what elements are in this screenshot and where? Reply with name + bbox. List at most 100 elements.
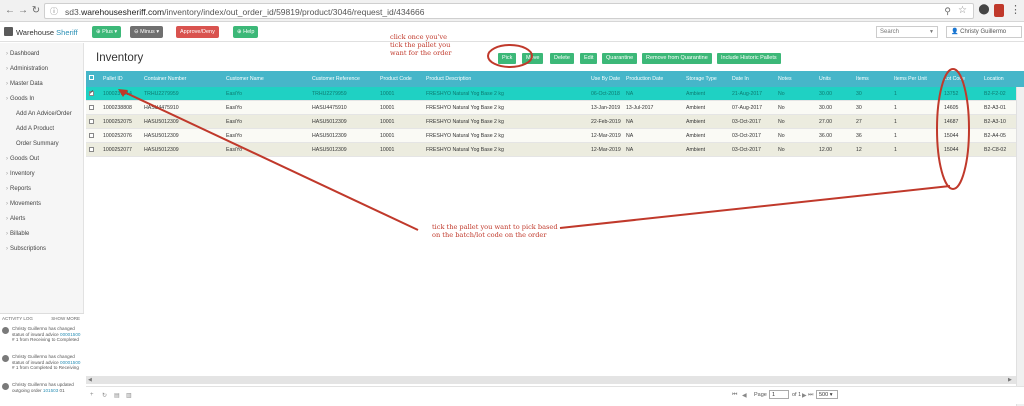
col-items[interactable]: Items xyxy=(856,71,869,87)
cell-notes: No xyxy=(778,105,785,111)
col-production-date[interactable]: Production Date xyxy=(626,71,663,87)
approve-deny-button[interactable]: Approve/Deny xyxy=(176,26,219,38)
col-items-per-unit[interactable]: Items Per Unit xyxy=(894,71,927,87)
remove-quarantine-button[interactable]: Remove from Quarantine xyxy=(642,53,712,64)
col-customer-reference[interactable]: Customer Reference xyxy=(312,71,360,87)
bookmark-star-icon[interactable]: ☆ xyxy=(958,5,967,16)
sidebar-item-movements[interactable]: › Movements xyxy=(6,201,41,207)
col-location[interactable]: Location xyxy=(984,71,1004,87)
export-icon[interactable]: ▤ xyxy=(114,392,120,399)
col-notes[interactable]: Notes xyxy=(778,71,792,87)
cell-pallet-id: 1000252077 xyxy=(103,147,132,153)
sidebar-item-inventory[interactable]: › Inventory xyxy=(6,171,35,177)
app-logo[interactable]: Warehouse Sheriff xyxy=(4,27,78,37)
help-button[interactable]: ⊕ Help xyxy=(233,26,259,38)
activity-link[interactable]: 00001500 xyxy=(60,332,80,337)
quarantine-button[interactable]: Quarantine xyxy=(602,53,638,64)
global-search-select[interactable]: Search ▼ xyxy=(876,26,938,38)
cell-customer-reference: HASU5012309 xyxy=(312,147,347,153)
activity-link[interactable]: 00001500 xyxy=(60,360,80,365)
col-customer-name[interactable]: Customer Name xyxy=(226,71,264,87)
back-arrow-icon[interactable]: ← xyxy=(4,5,16,17)
row-checkbox[interactable] xyxy=(89,119,94,124)
page-size-select[interactable]: 500 ▾ xyxy=(816,390,838,399)
cell-production-date: NA xyxy=(626,147,634,153)
address-bar[interactable]: ⓘ sd3.warehousesheriff.com/inventory/ind… xyxy=(44,3,974,19)
col-lot-code[interactable]: Lot Code xyxy=(944,71,965,87)
table-header: Pallet ID Container Number Customer Name… xyxy=(86,71,1024,87)
cell-date-in: 07-Aug-2017 xyxy=(732,105,762,111)
next-page-icon[interactable]: ▶ xyxy=(802,392,807,399)
cell-storage-type: Ambient xyxy=(686,147,706,153)
reload-icon[interactable]: ↻ xyxy=(30,5,42,17)
col-product-code[interactable]: Product Code xyxy=(380,71,412,87)
horizontal-scrollbar[interactable]: ◀ ▶ xyxy=(86,376,1016,384)
sidebar-item-add-advice-order[interactable]: Add An Advice/Order xyxy=(16,111,72,117)
user-menu[interactable]: 👤 Christy Guillermo xyxy=(946,26,1022,38)
cell-customer-name: EasiYo xyxy=(226,91,242,97)
columns-icon[interactable]: ▥ xyxy=(126,392,132,399)
forward-arrow-icon[interactable]: → xyxy=(17,5,29,17)
sidebar-item-goods-in[interactable]: › Goods In xyxy=(6,96,34,102)
select-all-cell[interactable] xyxy=(86,71,96,87)
pick-button[interactable]: Pick xyxy=(498,53,517,64)
sidebar-item-add-product[interactable]: Add A Product xyxy=(16,126,54,132)
col-storage-type[interactable]: Storage Type xyxy=(686,71,717,87)
sidebar-item-reports[interactable]: › Reports xyxy=(6,186,31,192)
add-icon[interactable]: + xyxy=(90,392,94,398)
cell-pallet-id: 1000237814 xyxy=(103,91,132,97)
select-all-checkbox[interactable] xyxy=(89,75,94,80)
plus-menu-button[interactable]: ⊕ Plus ▾ xyxy=(92,26,122,38)
vertical-scrollbar[interactable] xyxy=(1016,87,1024,406)
zoom-icon[interactable]: ⚲ xyxy=(944,6,951,17)
table-row[interactable]: 1000252076 HASU5012309 EasiYo HASU501230… xyxy=(86,129,1024,143)
cell-customer-reference: HASU4475910 xyxy=(312,105,347,111)
sidebar-item-dashboard[interactable]: › Dashboard xyxy=(6,51,39,57)
scroll-right-icon[interactable]: ▶ xyxy=(1008,376,1012,384)
last-page-icon[interactable]: ⏭ xyxy=(808,392,813,399)
table-row[interactable]: 1000238808 HASU4475910 EasiYo HASU447591… xyxy=(86,101,1024,115)
activity-entry: Christy Guillermo has changed status of … xyxy=(2,354,82,371)
sidebar-item-billable[interactable]: › Billable xyxy=(6,231,29,237)
activity-log-header: ACTIVITY LOG SHOW MORE xyxy=(2,316,80,321)
sidebar-item-subscriptions[interactable]: › Subscriptions xyxy=(6,246,46,252)
sidebar-item-goods-out[interactable]: › Goods Out xyxy=(6,156,39,162)
row-checkbox[interactable] xyxy=(89,89,94,96)
delete-button[interactable]: Delete xyxy=(550,53,574,64)
sidebar-item-master-data[interactable]: › Master Data xyxy=(6,81,43,87)
row-checkbox[interactable] xyxy=(89,133,94,138)
minus-menu-button[interactable]: ⊖ Minus ▾ xyxy=(130,26,164,38)
page-number-input[interactable]: 1 xyxy=(769,390,789,399)
row-checkbox[interactable] xyxy=(89,147,94,152)
include-historic-pallets-button[interactable]: Include Historic Pallets xyxy=(717,53,781,64)
col-date-in[interactable]: Date In xyxy=(732,71,749,87)
edit-button[interactable]: Edit xyxy=(580,53,598,64)
col-units[interactable]: Units xyxy=(819,71,831,87)
col-container-number[interactable]: Container Number xyxy=(144,71,186,87)
extension-location-icon[interactable]: ⬤ xyxy=(978,4,990,17)
prev-page-icon[interactable]: ◀ xyxy=(742,392,747,399)
refresh-icon[interactable]: ↻ xyxy=(102,392,107,399)
extension-icon[interactable] xyxy=(994,4,1004,17)
table-row[interactable]: 1000252075 HASU5012309 EasiYo HASU501230… xyxy=(86,115,1024,129)
col-use-by-date[interactable]: Use By Date xyxy=(591,71,620,87)
cell-notes: No xyxy=(778,119,785,125)
sidebar-item-administration[interactable]: › Administration xyxy=(6,66,48,72)
browser-menu-icon[interactable]: ⋮ xyxy=(1010,3,1021,16)
sidebar-item-order-summary[interactable]: Order Summary xyxy=(16,141,59,147)
scroll-left-icon[interactable]: ◀ xyxy=(88,376,92,384)
activity-link[interactable]: 101503 xyxy=(43,388,58,393)
col-pallet-id[interactable]: Pallet ID xyxy=(103,71,123,87)
first-page-icon[interactable]: ⏮ xyxy=(732,392,737,399)
row-checkbox[interactable] xyxy=(89,105,94,110)
cell-customer-reference: HASU5012309 xyxy=(312,119,347,125)
move-button[interactable]: Move xyxy=(522,53,544,64)
col-product-description[interactable]: Product Description xyxy=(426,71,471,87)
cell-location: B2-F2-02 xyxy=(984,91,1006,97)
table-row[interactable]: 1000252077 HASU5012309 EasiYo HASU501230… xyxy=(86,143,1024,157)
sidebar-item-alerts[interactable]: › Alerts xyxy=(6,216,25,222)
show-more-link[interactable]: SHOW MORE xyxy=(51,316,80,321)
cell-production-date: NA xyxy=(626,133,634,139)
info-icon[interactable]: ⓘ xyxy=(50,6,60,16)
table-row[interactable]: 1000237814 TRHU2279959 EasiYo TRHU227995… xyxy=(86,87,1024,101)
